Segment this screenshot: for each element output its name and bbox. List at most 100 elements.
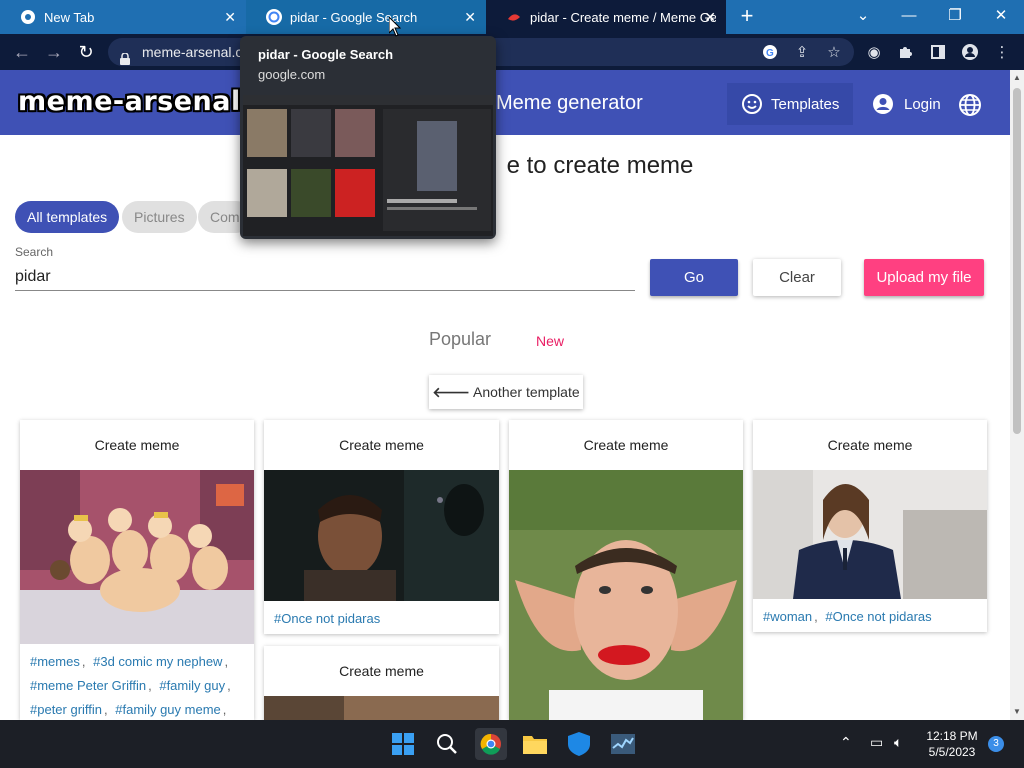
extension-icon[interactable]: ◉ (864, 42, 884, 62)
tab-close-icon[interactable]: ✕ (224, 9, 236, 26)
browser-toolbar: ← → ↻ meme-arsenal.c G ⇪ ☆ ◉ ⋮ (0, 34, 1024, 70)
create-meme-link[interactable]: Create meme (509, 420, 743, 470)
scrollbar-thumb[interactable] (1013, 88, 1021, 434)
chrome-menu-icon[interactable]: ⋮ (992, 42, 1012, 62)
google-lens-icon[interactable]: G (760, 42, 780, 62)
web-page: meme-arsenal Meme generator Templates Lo… (0, 70, 1010, 720)
scroll-up-icon[interactable]: ▲ (1013, 73, 1021, 82)
tag-link[interactable]: #Once not pidaras (825, 609, 931, 624)
create-meme-link[interactable]: Create meme (264, 646, 499, 696)
create-meme-link[interactable]: Create meme (264, 420, 499, 470)
lock-icon (120, 46, 130, 65)
clock-time: 12:18 PM (926, 729, 978, 743)
preview-title: pidar - Google Search (258, 47, 394, 62)
smiley-icon (741, 93, 763, 115)
search-input[interactable] (15, 263, 635, 291)
google-icon (266, 9, 282, 25)
back-button[interactable]: ← (10, 40, 34, 64)
clear-button[interactable]: Clear (753, 259, 841, 296)
account-icon (872, 93, 894, 115)
tab-search-icon[interactable]: ⌄ (840, 0, 886, 30)
tag-list: #memes, #3d comic my nephew, #meme Peter… (30, 654, 231, 717)
tag-link[interactable]: #meme Peter Griffin (30, 678, 146, 693)
tag-link[interactable]: #3d comic my nephew (93, 654, 222, 669)
tab-meme-generator[interactable]: pidar - Create meme / Meme Ge ✕ (486, 0, 726, 34)
templates-button[interactable]: Templates (727, 83, 854, 125)
search-icon[interactable] (431, 728, 463, 760)
meme-image[interactable] (20, 470, 254, 644)
tab-title: pidar - Create meme / Meme Ge (530, 9, 716, 25)
tag-link[interactable]: #woman (763, 609, 812, 624)
meme-card[interactable]: Create meme (20, 420, 254, 720)
side-panel-icon[interactable] (928, 42, 948, 62)
share-icon[interactable]: ⇪ (792, 42, 812, 62)
tag-link[interactable]: #family guy meme (115, 702, 220, 717)
close-window-button[interactable]: ✕ (978, 0, 1024, 30)
create-meme-link[interactable]: Create meme (753, 420, 987, 470)
tag-link[interactable]: #Once not pidaras (274, 611, 380, 626)
restore-button[interactable]: ❐ (932, 0, 978, 30)
tab-popular[interactable]: Popular (429, 329, 491, 350)
meme-image[interactable] (264, 696, 499, 720)
tray-chevron-icon[interactable]: ⌃ (840, 734, 852, 751)
scroll-down-icon[interactable]: ▼ (1013, 707, 1021, 716)
chrome-taskbar-icon[interactable] (475, 728, 507, 760)
meme-image[interactable] (264, 470, 499, 601)
chrome-icon (20, 9, 36, 25)
tag-link[interactable]: #family guy (159, 678, 225, 693)
forward-button[interactable]: → (42, 40, 66, 64)
clock-date: 5/5/2023 (928, 745, 976, 759)
tab-new[interactable]: New (536, 333, 564, 349)
meme-card[interactable]: Create meme #woman, #Once not pidaras (753, 420, 987, 632)
tag-link[interactable]: #peter griffin (30, 702, 102, 717)
profile-icon[interactable] (960, 42, 980, 62)
tab-new-tab[interactable]: New Tab ✕ (0, 0, 246, 34)
svg-text:G: G (766, 48, 774, 59)
minimize-button[interactable]: — (886, 0, 932, 30)
meme-card[interactable]: Create meme #Once not pidaras (264, 420, 499, 634)
new-tab-button[interactable]: + (734, 5, 760, 29)
tag-list: #woman, #Once not pidaras (763, 609, 932, 624)
address-text: meme-arsenal.c (142, 44, 243, 60)
site-logo[interactable]: meme-arsenal (18, 86, 241, 117)
reload-button[interactable]: ↻ (74, 40, 98, 64)
filter-all-templates[interactable]: All templates (15, 201, 120, 233)
preview-domain: google.com (258, 67, 326, 82)
windows-start-icon[interactable] (387, 728, 419, 760)
page-heading-text: e to create meme (506, 152, 694, 179)
upload-file-button[interactable]: Upload my file (864, 259, 984, 296)
mouse-cursor-icon (388, 15, 402, 42)
meme-card[interactable]: Create meme (264, 646, 499, 720)
site-title: Meme generator (496, 92, 643, 114)
go-button[interactable]: Go (650, 259, 738, 296)
page-scrollbar[interactable]: ▲ ▼ (1010, 70, 1024, 720)
bookmark-star-icon[interactable]: ☆ (824, 42, 844, 62)
browser-tabstrip: New Tab ✕ pidar - Google Search ✕ pidar … (0, 0, 1024, 34)
tab-hover-preview: pidar - Google Search google.com (240, 36, 496, 239)
tab-close-icon[interactable]: ✕ (704, 9, 716, 26)
another-template-button[interactable]: 🡐 Another template (429, 375, 583, 409)
windows-security-icon[interactable] (563, 728, 595, 760)
meme-card[interactable]: Create meme (509, 420, 743, 720)
meme-image[interactable] (753, 470, 987, 599)
tab-close-icon[interactable]: ✕ (464, 9, 476, 26)
language-globe-icon[interactable] (958, 93, 982, 117)
task-manager-icon[interactable] (607, 728, 639, 760)
filter-pictures[interactable]: Pictures (122, 201, 197, 233)
network-icon[interactable]: ▭ (870, 734, 883, 751)
templates-label: Templates (771, 95, 840, 113)
system-clock[interactable]: 12:18 PM 5/5/2023 (920, 728, 984, 760)
login-button[interactable]: Login (858, 83, 955, 125)
search-label: Search (15, 245, 54, 259)
puzzle-extensions-icon[interactable] (896, 42, 916, 62)
another-template-label: Another template (473, 384, 580, 400)
site-header: meme-arsenal Meme generator Templates Lo… (0, 70, 1010, 135)
tab-google-search[interactable]: pidar - Google Search ✕ (246, 0, 486, 34)
volume-icon[interactable]: 🔈︎ (894, 734, 902, 751)
file-explorer-icon[interactable] (519, 728, 551, 760)
preview-thumbnail (243, 95, 493, 236)
meme-image[interactable] (509, 470, 743, 720)
tag-link[interactable]: #memes (30, 654, 80, 669)
notification-badge[interactable]: 3 (988, 736, 1004, 752)
create-meme-link[interactable]: Create meme (20, 420, 254, 470)
